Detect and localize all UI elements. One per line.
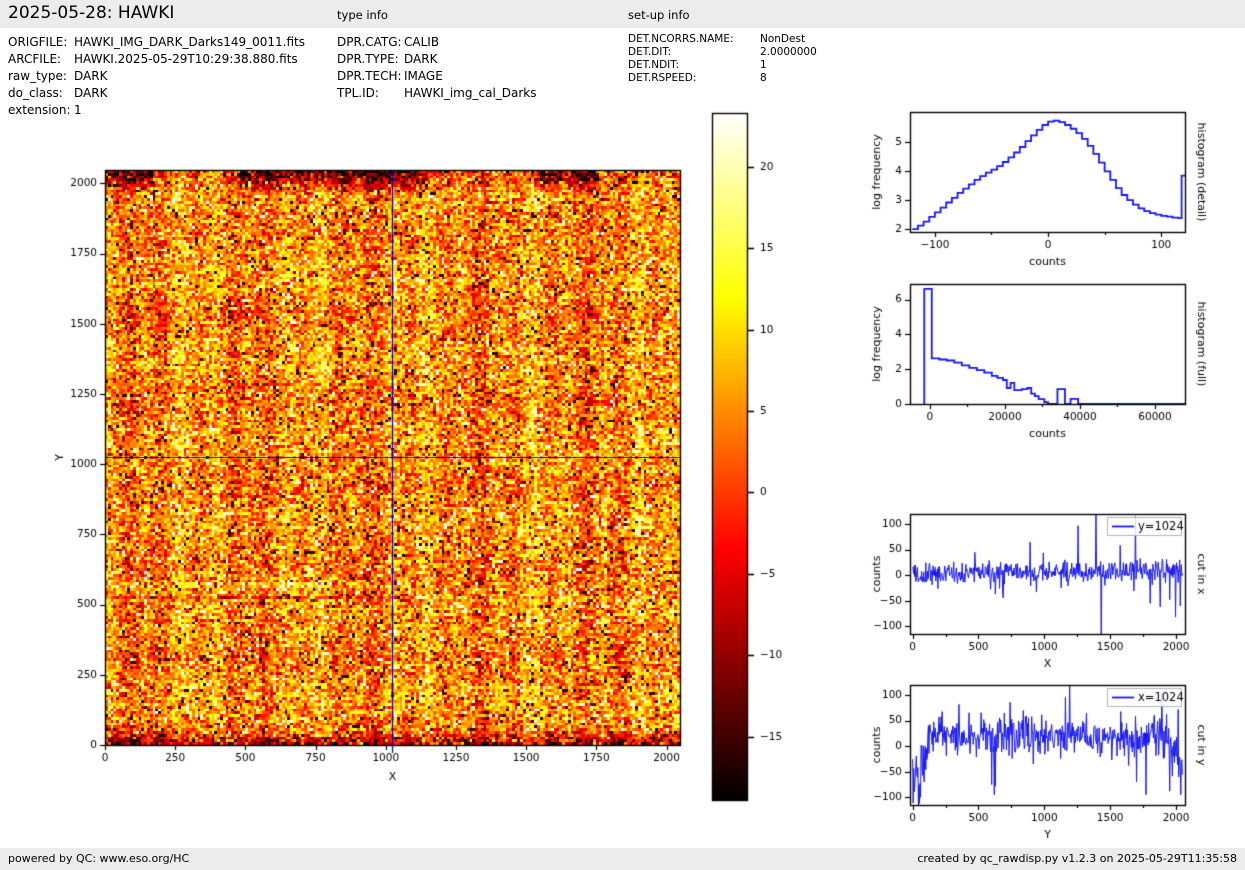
colorbar [690, 98, 830, 813]
dit-value: 2.0000000 [760, 46, 817, 58]
ncorrs-value: NonDest [760, 33, 805, 45]
dprtech-label: DPR.TECH: [337, 69, 404, 83]
dprcatg-label: DPR.CATG: [337, 35, 404, 49]
page-title: 2025-05-28: HAWKI [8, 3, 174, 23]
extension-value: 1 [74, 103, 82, 117]
histogram-full-plot [845, 267, 1245, 447]
info-row-dprcatg: DPR.CATG:CALIB [337, 35, 439, 49]
rspeed-value: 8 [760, 72, 767, 84]
info-row-extension: extension:1 [8, 103, 82, 117]
info-row-origfile: ORIGFILE:HAWKI_IMG_DARK_Darks149_0011.fi… [8, 35, 305, 49]
rawtype-label: raw_type: [8, 69, 74, 83]
info-row-doclass: do_class:DARK [8, 86, 107, 100]
dprtype-label: DPR.TYPE: [337, 52, 404, 66]
cut-in-x-plot [845, 497, 1245, 677]
cut-in-y-plot [845, 668, 1245, 848]
dark-frame-image [40, 130, 720, 820]
origfile-label: ORIGFILE: [8, 35, 74, 49]
dit-label: DET.DIT: [628, 46, 760, 58]
ncorrs-label: DET.NCORRS.NAME: [628, 33, 760, 45]
arcfile-label: ARCFILE: [8, 52, 74, 66]
doclass-label: do_class: [8, 86, 74, 100]
qc-report-page: 2025-05-28: HAWKI type info set-up info … [0, 0, 1245, 870]
rspeed-label: DET.RSPEED: [628, 72, 760, 84]
dprtech-value: IMAGE [404, 69, 443, 83]
ndit-label: DET.NDIT: [628, 59, 760, 71]
tplid-label: TPL.ID: [337, 86, 404, 100]
info-row-arcfile: ARCFILE:HAWKI.2025-05-29T10:29:38.880.fi… [8, 52, 298, 66]
arcfile-value: HAWKI.2025-05-29T10:29:38.880.fits [74, 52, 298, 66]
info-row-rawtype: raw_type:DARK [8, 69, 107, 83]
info-row-dit: DET.DIT:2.0000000 [628, 46, 817, 58]
type-info-heading: type info [337, 8, 388, 22]
info-row-dprtype: DPR.TYPE:DARK [337, 52, 437, 66]
extension-label: extension: [8, 103, 74, 117]
dprcatg-value: CALIB [404, 35, 439, 49]
info-row-rspeed: DET.RSPEED:8 [628, 72, 767, 84]
info-row-dprtech: DPR.TECH:IMAGE [337, 69, 443, 83]
info-row-tplid: TPL.ID:HAWKI_img_cal_Darks [337, 86, 537, 100]
info-row-ndit: DET.NDIT:1 [628, 59, 767, 71]
footer-powered-by: powered by QC: www.eso.org/HC [8, 852, 189, 865]
ndit-value: 1 [760, 59, 767, 71]
header-bar [0, 0, 1245, 28]
histogram-detail-plot [845, 95, 1245, 275]
doclass-value: DARK [74, 86, 107, 100]
info-row-ncorrs: DET.NCORRS.NAME:NonDest [628, 33, 805, 45]
dprtype-value: DARK [404, 52, 437, 66]
setup-info-heading: set-up info [628, 8, 690, 22]
tplid-value: HAWKI_img_cal_Darks [404, 86, 537, 100]
rawtype-value: DARK [74, 69, 107, 83]
footer-created-by: created by qc_rawdisp.py v1.2.3 on 2025-… [917, 852, 1237, 865]
origfile-value: HAWKI_IMG_DARK_Darks149_0011.fits [74, 35, 305, 49]
